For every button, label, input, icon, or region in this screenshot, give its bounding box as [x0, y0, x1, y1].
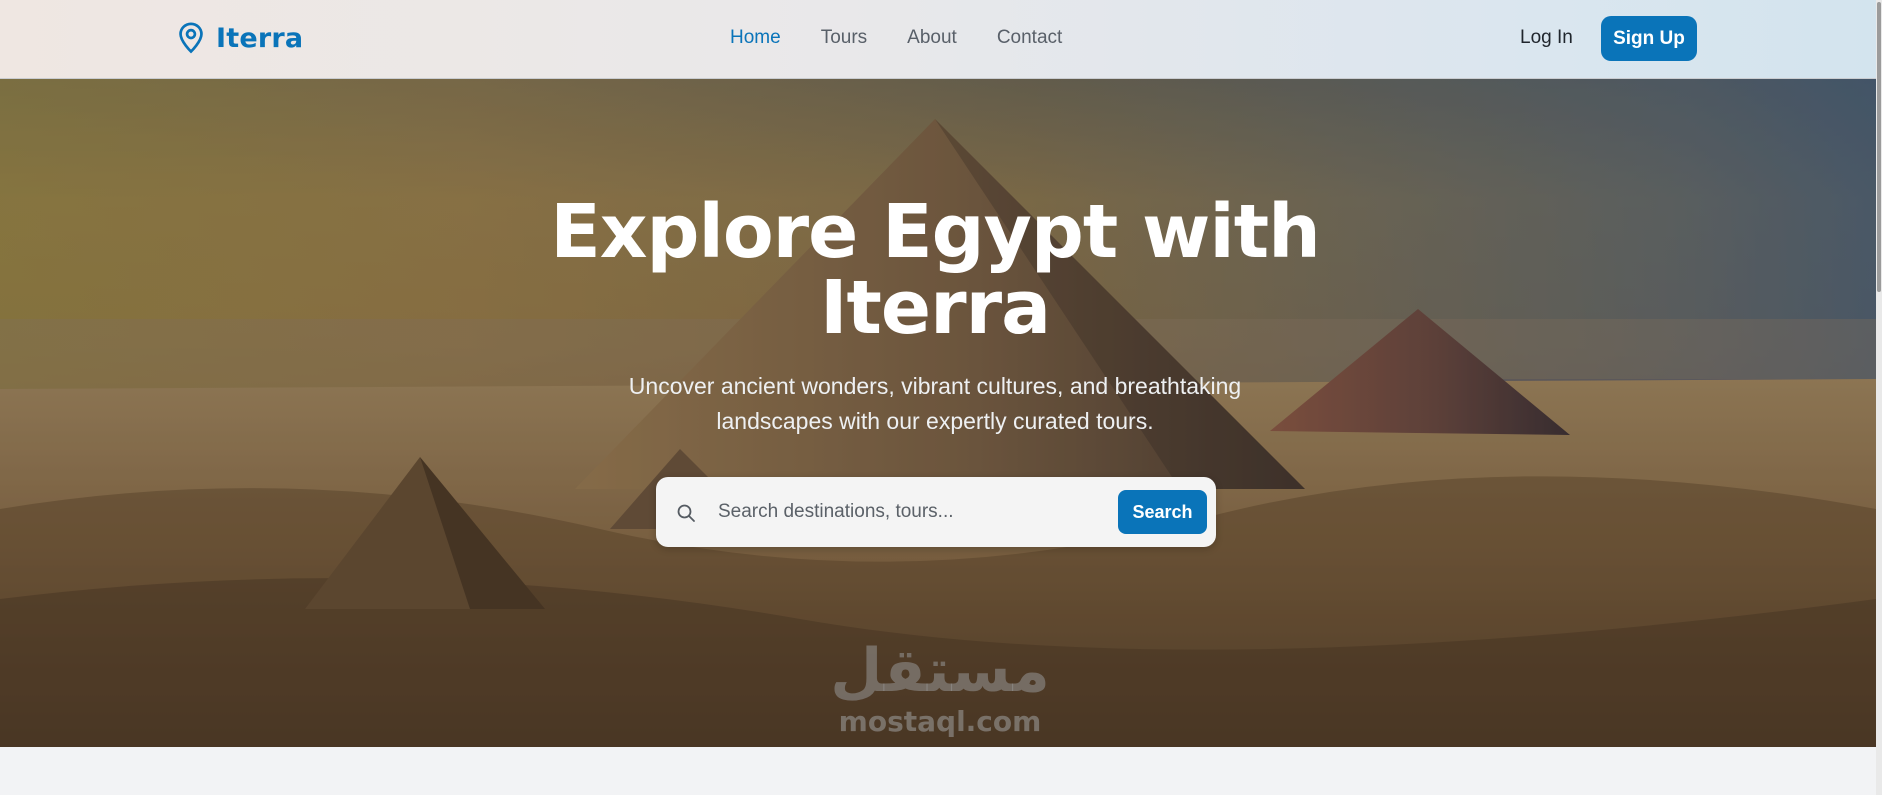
brand-logo[interactable]: Iterra — [176, 22, 303, 54]
nav-contact[interactable]: Contact — [997, 27, 1062, 49]
page: Iterra Home Tours About Contact Log In S… — [0, 0, 1882, 795]
hero-subtitle: Uncover ancient wonders, vibrant culture… — [628, 373, 1242, 434]
nav-about[interactable]: About — [907, 27, 957, 49]
watermark-latin: mostaql.com — [838, 705, 1042, 738]
search-icon — [677, 504, 695, 522]
search-bar: Search — [656, 477, 1216, 547]
map-pin-icon — [179, 22, 203, 54]
login-link[interactable]: Log In — [1520, 27, 1573, 49]
scrollbar-thumb[interactable] — [1877, 2, 1881, 292]
hero-section: Explore Egypt with Iterra Uncover ancien… — [0, 79, 1876, 747]
watermark: مستقل mostaql.com — [800, 639, 1080, 738]
main-nav: Home Tours About Contact — [730, 27, 1062, 49]
signup-button[interactable]: Sign Up — [1601, 16, 1697, 61]
brand-name: Iterra — [216, 22, 304, 54]
watermark-arabic: مستقل — [830, 636, 1050, 706]
search-input[interactable] — [718, 495, 1098, 529]
next-section-edge — [0, 747, 1876, 795]
search-button[interactable]: Search — [1118, 490, 1207, 534]
site-header: Iterra Home Tours About Contact Log In S… — [0, 0, 1876, 79]
hero-title: Explore Egypt with Iterra — [550, 189, 1321, 351]
nav-home[interactable]: Home — [730, 27, 781, 49]
nav-tours[interactable]: Tours — [821, 27, 867, 49]
